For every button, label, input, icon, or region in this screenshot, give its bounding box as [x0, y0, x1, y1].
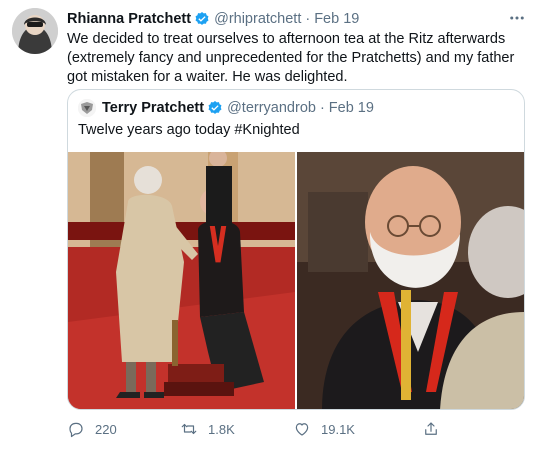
- share-icon: [425, 422, 437, 435]
- retweet-icon: [181, 423, 197, 435]
- tweet-text: We decided to treat ourselves to afterno…: [67, 31, 515, 85]
- quoted-tweet-text: Twelve years ago today #Knighted: [78, 122, 300, 138]
- quoted-tweet-media: [68, 152, 524, 410]
- share-button[interactable]: [422, 420, 450, 438]
- separator-dot: ·: [305, 11, 311, 27]
- like-count: 19.1K: [321, 421, 355, 437]
- author-handle[interactable]: @rhipratchett: [214, 11, 301, 27]
- quoted-tweet-date[interactable]: Feb 19: [329, 100, 374, 116]
- verified-badge-icon: [208, 101, 222, 114]
- more-horizontal-icon: [510, 16, 524, 20]
- heart-icon: [295, 423, 309, 436]
- tweet-actions: 220 1.8K 19.1K: [67, 418, 457, 440]
- coat-of-arms-icon: [78, 99, 96, 117]
- reply-icon: [69, 422, 83, 438]
- photo-knighting-ceremony[interactable]: [68, 152, 295, 410]
- avatar-image: [12, 8, 58, 54]
- retweet-count: 1.8K: [208, 421, 235, 437]
- quoted-tweet-header: Terry Pratchett @terryandrob · Feb 19: [78, 98, 374, 118]
- more-options-button[interactable]: [508, 9, 526, 32]
- verified-badge-icon: [195, 12, 209, 25]
- author-name[interactable]: Rhianna Pratchett: [67, 11, 191, 27]
- reply-button[interactable]: 220: [67, 420, 180, 438]
- retweet-button[interactable]: 1.8K: [180, 420, 293, 438]
- tweet-header: Rhianna Pratchett @rhipratchett · Feb 19: [67, 9, 359, 29]
- separator-dot: ·: [319, 100, 325, 116]
- quoted-author-handle[interactable]: @terryandrob: [227, 100, 316, 116]
- tweet-date[interactable]: Feb 19: [314, 11, 359, 27]
- reply-count: 220: [95, 421, 117, 437]
- quoted-tweet-card[interactable]: Terry Pratchett @terryandrob · Feb 19 Tw…: [67, 89, 525, 410]
- quoted-author-avatar[interactable]: [78, 99, 96, 117]
- photo-closeup-knighted[interactable]: [297, 152, 524, 410]
- like-button[interactable]: 19.1K: [293, 420, 422, 438]
- quoted-author-name[interactable]: Terry Pratchett: [102, 100, 204, 116]
- author-avatar[interactable]: [12, 8, 58, 54]
